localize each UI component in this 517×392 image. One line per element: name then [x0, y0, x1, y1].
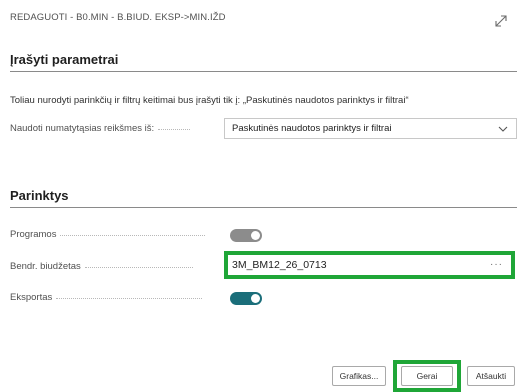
section-divider [10, 71, 517, 72]
ok-button[interactable]: Gerai [401, 366, 453, 386]
eksportas-field-label: Eksportas [10, 292, 203, 303]
eksportas-label-text: Eksportas [10, 292, 53, 303]
label-leader-dots [84, 266, 193, 268]
section-title-save-params: Įrašyti parametrai [10, 52, 119, 67]
defaults-field-label: Naudoti numatytąsias reikšmes iš: [10, 123, 222, 134]
defaults-select[interactable]: Paskutinės naudotos parinktys ir filtrai [224, 118, 517, 139]
label-leader-dots [60, 234, 206, 236]
label-leader-dots [158, 128, 191, 130]
dialog-title: REDAGUOTI - B0.MIN - B.BIUD. EKSP->MIN.I… [10, 12, 226, 23]
cancel-button[interactable]: Atšaukti [467, 366, 515, 386]
programos-toggle[interactable] [230, 229, 262, 242]
section-title-options: Parinktys [10, 188, 69, 203]
programos-label-text: Programos [10, 229, 57, 240]
defaults-label-text: Naudoti numatytąsias reikšmes iš: [10, 123, 155, 134]
toggle-knob [251, 231, 260, 240]
expand-icon[interactable] [494, 14, 508, 28]
label-leader-dots [56, 297, 203, 299]
defaults-select-value: Paskutinės naudotos parinktys ir filtrai [232, 123, 392, 134]
budget-label-text: Bendr. biudžetas [10, 261, 81, 272]
section-divider [10, 207, 517, 208]
chevron-down-icon[interactable] [498, 124, 508, 134]
budget-input-value: 3M_BM12_26_0713 [232, 259, 327, 271]
programos-field-label: Programos [10, 229, 206, 240]
graphics-button[interactable]: Grafikas... [332, 366, 386, 386]
toggle-knob [251, 294, 260, 303]
lookup-button[interactable]: ··· [490, 259, 503, 270]
budget-field-label: Bendr. biudžetas [10, 261, 193, 272]
budget-input[interactable]: 3M_BM12_26_0713 ··· [224, 251, 515, 279]
info-text: Toliau nurodyti parinkčių ir filtrų keit… [10, 95, 409, 106]
eksportas-toggle[interactable] [230, 292, 262, 305]
